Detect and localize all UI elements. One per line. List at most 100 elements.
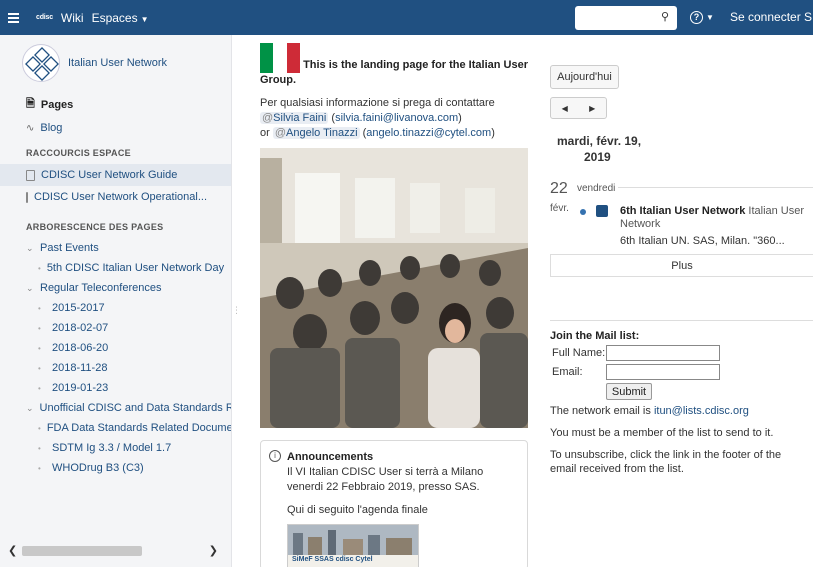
bullet-icon: •	[38, 263, 41, 273]
contact-line: Per qualsiasi informazione si prega di c…	[260, 97, 495, 109]
intro-text-line2: Group.	[260, 74, 297, 86]
today-button[interactable]: Aujourd'hui	[550, 65, 619, 89]
announcement-text: Il VI Italian CDISC User si terrà a Mila…	[287, 466, 484, 493]
sidebar-horizontal-scrollbar[interactable]: ❮ ❯	[8, 544, 222, 557]
space-header[interactable]: Italian User Network	[0, 35, 231, 91]
login-link[interactable]: Se connecter	[730, 10, 801, 24]
bullet-icon: •	[38, 443, 41, 453]
tree-item-2019-01-23[interactable]: • 2019-01-23	[0, 378, 231, 398]
previous-icon[interactable]: ◀	[551, 104, 579, 113]
tree-item-label: 5th CDISC Italian User Network Day	[46, 262, 225, 274]
next-icon[interactable]: ▶	[579, 104, 607, 113]
tree-item-2018-11-28[interactable]: • 2018-11-28	[0, 358, 231, 378]
bullet-icon: •	[38, 303, 41, 313]
intro-heading: This is the landing page for the Italian…	[260, 35, 530, 73]
agenda-banner-image[interactable]: SiMeF SSAS cdisc Cytel	[287, 524, 419, 567]
tree-item-regular-teleconferences[interactable]: ⌄ Regular Teleconferences	[0, 278, 231, 298]
banner-logos: SiMeF SSAS cdisc Cytel	[292, 556, 373, 563]
announcement-agenda-text: Qui di seguito l'agenda finale	[287, 504, 428, 516]
shortcut-user-network-operational[interactable]: CDISC User Network Operational...	[0, 186, 231, 208]
email-link-silvia[interactable]: silvia.faini@livanova.com	[335, 112, 458, 124]
bullet-icon: •	[38, 463, 41, 473]
search-input[interactable]: ⚲	[575, 6, 677, 30]
hamburger-menu-icon[interactable]	[8, 12, 30, 23]
announcements-title: Announcements	[287, 451, 374, 463]
calendar-day-name: vendredi	[577, 183, 616, 194]
document-icon	[26, 169, 35, 181]
calendar-event[interactable]: 6th Italian User Network Italian User Ne…	[620, 205, 810, 231]
email-field[interactable]	[606, 364, 720, 380]
wiki-link[interactable]: Wiki	[61, 11, 84, 25]
scroll-right-icon[interactable]: ❯	[209, 544, 218, 557]
space-name[interactable]: Italian User Network	[68, 57, 167, 69]
tree-item-sdtm-ig[interactable]: • SDTM Ig 3.3 / Model 1.7	[0, 438, 231, 458]
help-icon: ?	[690, 11, 703, 24]
network-email-prefix: The network email is	[550, 405, 651, 417]
mention-name: Angelo Tinazzi	[286, 127, 358, 139]
calendar-icon	[596, 205, 608, 217]
sidebar-item-blog[interactable]: ∿ Blog	[0, 118, 231, 138]
shortcut-label: CDISC User Network Operational...	[34, 191, 207, 203]
event-photo	[260, 148, 528, 428]
spaces-menu[interactable]: Espaces ▼	[92, 11, 149, 25]
top-navigation-bar: cdisc Wiki Espaces ▼ ⚲ ? ▼ Se connecter S	[0, 0, 813, 35]
italian-flag-image	[260, 43, 300, 73]
at-icon: @	[274, 127, 287, 139]
calendar-month: févr.	[550, 203, 569, 214]
tree-item-label: WHODrug B3 (C3)	[52, 462, 144, 474]
tree-item-unofficial-cdisc[interactable]: ⌄ Unofficial CDISC and Data Standards Re	[0, 398, 231, 418]
contact-silvia: @Silvia Faini (silvia.faini@livanova.com…	[260, 112, 462, 124]
chevron-down-icon[interactable]: ⌄	[26, 283, 34, 294]
full-name-field[interactable]	[606, 345, 720, 361]
submit-button[interactable]: Submit	[606, 383, 652, 400]
tree-item-label: 2019-01-23	[52, 382, 109, 394]
tree-item-2015-2017[interactable]: • 2015-2017	[0, 298, 231, 318]
tree-item-2018-02-07[interactable]: • 2018-02-07	[0, 318, 231, 338]
calendar-nav: ◀ ▶	[550, 97, 607, 119]
user-mention-silvia[interactable]: @Silvia Faini	[260, 112, 329, 124]
help-menu[interactable]: ? ▼	[690, 9, 714, 24]
sidebar-item-pages[interactable]: 🗎 Pages	[0, 91, 231, 118]
tree-item-label: 2018-02-07	[52, 322, 109, 334]
unsubscribe-note: To unsubscribe, click the link in the fo…	[550, 449, 782, 475]
sidebar-item-label: Blog	[40, 122, 63, 134]
chevron-down-icon[interactable]: ⌄	[26, 403, 34, 414]
bullet-icon: •	[38, 383, 41, 393]
bullet-icon: •	[38, 323, 41, 333]
rss-icon: ∿	[26, 122, 35, 134]
more-events-button[interactable]: Plus	[550, 254, 813, 277]
shortcut-label: CDISC User Network Guide	[41, 169, 178, 181]
scroll-left-icon[interactable]: ❮	[8, 544, 17, 557]
or-text: or	[260, 127, 270, 139]
space-sidebar: Italian User Network 🗎 Pages ∿ Blog RACC…	[0, 35, 232, 567]
tree-item-label: Unofficial CDISC and Data Standards Re	[39, 402, 232, 414]
chevron-down-icon[interactable]: ⌄	[26, 243, 34, 254]
tree-item-fda-data-standards[interactable]: • FDA Data Standards Related Docume	[0, 418, 231, 438]
shortcuts-heading: RACCOURCIS ESPACE	[26, 148, 131, 158]
event-subtitle: 6th Italian UN. SAS, Milan. "360...	[620, 235, 785, 247]
network-email-link[interactable]: itun@lists.cdisc.org	[654, 405, 749, 417]
date-title-line1: mardi, févr. 19,	[557, 134, 642, 148]
cdisc-logo[interactable]: cdisc	[36, 14, 53, 21]
shortcut-user-network-guide[interactable]: CDISC User Network Guide	[0, 164, 231, 186]
calendar-date-title: mardi, févr. 19, 2019	[557, 133, 641, 165]
tree-item-label: 2018-06-20	[52, 342, 109, 354]
contact-angelo: or @Angelo Tinazzi (angelo.tinazzi@cytel…	[260, 127, 495, 139]
calendar-day-number: 22	[550, 180, 568, 197]
tree-item-whodrug[interactable]: • WHODrug B3 (C3)	[0, 458, 231, 478]
signup-link[interactable]: S	[804, 10, 812, 24]
sidebar-item-label: Pages	[40, 98, 74, 111]
user-mention-angelo[interactable]: @Angelo Tinazzi	[272, 127, 360, 139]
tree-item-2018-06-20[interactable]: • 2018-06-20	[0, 338, 231, 358]
bullet-icon: •	[38, 363, 41, 373]
spaces-label: Espaces	[91, 10, 138, 25]
scrollbar-thumb[interactable]	[22, 545, 142, 556]
email-link-angelo[interactable]: angelo.tinazzi@cytel.com	[366, 127, 491, 139]
tree-item-5th-user-network-day[interactable]: • 5th CDISC Italian User Network Day	[0, 258, 231, 278]
search-icon[interactable]: ⚲	[661, 10, 669, 23]
space-logo-icon[interactable]	[22, 44, 60, 82]
tree-item-label: SDTM Ig 3.3 / Model 1.7	[52, 442, 172, 454]
sidebar-resize-handle[interactable]: ⋮	[232, 305, 241, 316]
tree-item-label: Regular Teleconferences	[40, 282, 162, 294]
tree-item-past-events[interactable]: ⌄ Past Events	[0, 238, 231, 258]
